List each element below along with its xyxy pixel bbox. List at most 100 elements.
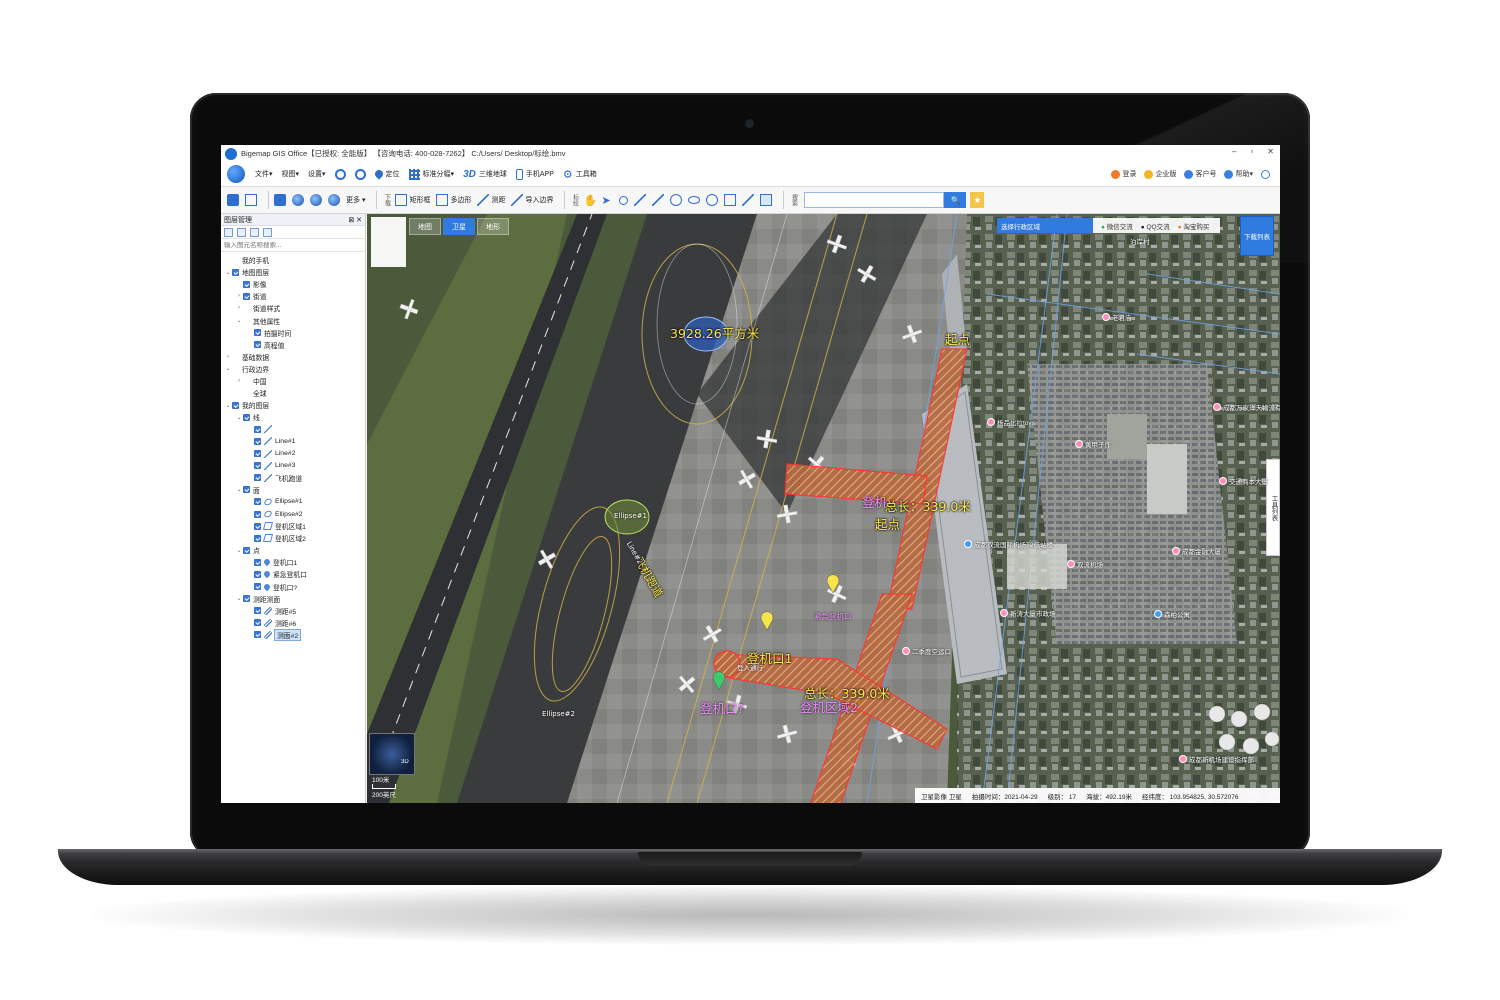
layer-tool-button[interactable] (274, 194, 286, 206)
login-button[interactable]: 登录 (1111, 169, 1136, 179)
layer-tree-item[interactable]: ⌄ 地图图层 (221, 266, 365, 278)
layer-tree-item[interactable]: ⌄ 测距测面 (221, 593, 365, 605)
taobao-link[interactable]: ● 淘宝购买 (1178, 221, 1210, 231)
chevron-right-icon[interactable]: › (235, 378, 243, 384)
layer-checkbox[interactable] (254, 329, 261, 337)
close-button[interactable]: ✕ (1267, 147, 1274, 156)
layer-checkbox[interactable] (232, 401, 239, 409)
layer-tree-item[interactable]: 紧急登机口 (221, 568, 365, 580)
layer-checkbox[interactable] (243, 546, 250, 554)
layer-tree-item[interactable]: 飞机跑道 (221, 472, 365, 484)
layer-checkbox[interactable] (254, 437, 261, 445)
open-button[interactable] (227, 194, 239, 206)
bigemap-logo-icon[interactable] (227, 165, 245, 183)
layer-tree-item[interactable]: ⌄ 面 (221, 484, 365, 496)
layer-tree-item[interactable] (221, 423, 365, 435)
layer-checkbox[interactable] (254, 607, 261, 615)
maximize-button[interactable]: ▫ (1250, 147, 1253, 156)
menu-settings[interactable]: 设置▾ (308, 169, 326, 179)
layer-checkbox[interactable] (254, 631, 261, 639)
layer-checkbox[interactable] (243, 486, 250, 494)
favorite-button[interactable]: ★ (970, 192, 985, 208)
layer-tree-item[interactable]: Line#1 (221, 435, 365, 447)
ellipse-tool-button[interactable] (688, 196, 701, 204)
layer-tree-item[interactable]: 高程值 (221, 339, 365, 351)
layer-checkbox[interactable] (232, 268, 239, 276)
circle-tool-button[interactable] (670, 194, 683, 206)
layer-checkbox[interactable] (254, 341, 261, 349)
layer-tree-item[interactable]: 测距#5 (221, 605, 365, 617)
poi[interactable]: 交通商本大厦 (1219, 476, 1268, 486)
layer-tree-item[interactable]: 我的手机 (221, 254, 365, 266)
poi[interactable]: 新涛大厦市政场 (1000, 608, 1056, 618)
line-tool-button[interactable] (634, 194, 647, 206)
standard-sheet-button[interactable]: 标准分幅▾ (408, 168, 454, 180)
poi[interactable]: 森柏公寓 (1154, 609, 1190, 619)
save-button[interactable] (245, 194, 257, 206)
enterprise-button[interactable]: 企业版 (1144, 169, 1176, 179)
globe-3-button[interactable] (328, 194, 340, 206)
rect-tool-button[interactable] (724, 194, 737, 206)
globe-navigator[interactable] (369, 733, 415, 775)
polygon-download-button[interactable]: 多边形 (436, 194, 471, 206)
edit-tool-button[interactable] (760, 194, 773, 206)
chevron-right-icon[interactable]: › (224, 354, 232, 360)
layer-checkbox[interactable] (254, 558, 261, 566)
chevron-down-icon[interactable]: ⌄ (235, 595, 243, 602)
zoom-out-button[interactable] (354, 168, 366, 180)
settings-target-button[interactable] (1261, 169, 1270, 179)
qq-link[interactable]: ● QQ交流 (1141, 221, 1170, 231)
layer-checkbox[interactable] (243, 292, 250, 300)
poi[interactable]: 黄甲子作 (1075, 439, 1111, 449)
chevron-down-icon[interactable]: ⌄ (235, 414, 243, 421)
chevron-down-icon[interactable]: ⌄ (235, 317, 243, 324)
tool-list-panel-toggle[interactable]: 工具列表 (1266, 459, 1280, 556)
search-input[interactable] (804, 192, 945, 208)
layer-tree-item[interactable]: 登机口? (221, 581, 365, 593)
chevron-down-icon[interactable]: ⌄ (224, 269, 232, 276)
layer-panel-close-button[interactable]: ⊠ ✕ (348, 216, 362, 224)
select-tool-button[interactable]: ➤ (601, 194, 613, 207)
minimize-button[interactable]: – (1232, 147, 1236, 156)
chevron-down-icon[interactable]: ⌄ (235, 486, 243, 493)
menu-file[interactable]: 文件▾ (255, 169, 273, 179)
layer-tree-item[interactable]: 影像 (221, 278, 365, 290)
poi[interactable]: 成都金融大厦 (1172, 546, 1221, 556)
globe-3d-label[interactable]: 3D (401, 759, 409, 765)
label-tool-button[interactable] (742, 194, 755, 206)
poi[interactable]: 登入通行 (737, 662, 763, 672)
layer-filter-input[interactable] (224, 241, 359, 249)
more-button[interactable]: 更多 ▾ (346, 195, 365, 205)
measure-button[interactable]: 测距 (477, 194, 505, 206)
import-boundary-button[interactable]: 导入边界 (511, 194, 553, 206)
sector-tool-button[interactable] (706, 194, 719, 206)
layer-checkbox[interactable] (254, 570, 261, 578)
layer-tree-item[interactable]: › 街道 (221, 290, 365, 302)
open-folder-icon[interactable] (224, 227, 233, 237)
layer-checkbox[interactable] (254, 583, 261, 591)
layer-tree-item[interactable]: Line#3 (221, 460, 365, 472)
point-tool-button[interactable] (619, 195, 629, 205)
chevron-right-icon[interactable]: › (235, 293, 243, 299)
region-select[interactable]: 选择行政区域 (997, 218, 1093, 233)
chevron-down-icon[interactable]: ⌄ (235, 547, 243, 554)
3d-globe-button[interactable]: 3D 三维地球 (463, 169, 507, 180)
map-view[interactable]: 地图 卫星 地形 选择行政区域 ● 微信交流 ● QQ交流 ● 淘宝购买 下载列… (367, 214, 1280, 803)
download-list-button[interactable]: 下载列表 (1240, 216, 1274, 256)
layer-tree-item[interactable]: › 中国 (221, 375, 365, 387)
layer-checkbox[interactable] (254, 510, 261, 518)
layer-tree-item[interactable]: Ellipse#2 (221, 508, 365, 520)
poi[interactable]: 杨品比拉toys (987, 417, 1035, 427)
layer-tree-item[interactable]: ⌄ 行政边界 (221, 363, 365, 375)
poi[interactable]: 双流机场 (1067, 559, 1103, 569)
layer-checkbox[interactable] (254, 462, 261, 470)
tab-satellite[interactable]: 卫星 (443, 218, 475, 235)
chevron-down-icon[interactable]: ⌄ (224, 402, 232, 409)
menu-view[interactable]: 视图▾ (282, 169, 300, 179)
search-layer-icon[interactable] (263, 227, 272, 237)
customer-id-button[interactable]: 客户号 (1184, 169, 1216, 179)
layer-checkbox[interactable] (254, 498, 261, 506)
layer-tree-item[interactable]: › 街道样式 (221, 302, 365, 314)
locate-button[interactable]: 定位 (372, 168, 400, 180)
layer-tree-item[interactable]: ⌄ 我的图层 (221, 399, 365, 411)
